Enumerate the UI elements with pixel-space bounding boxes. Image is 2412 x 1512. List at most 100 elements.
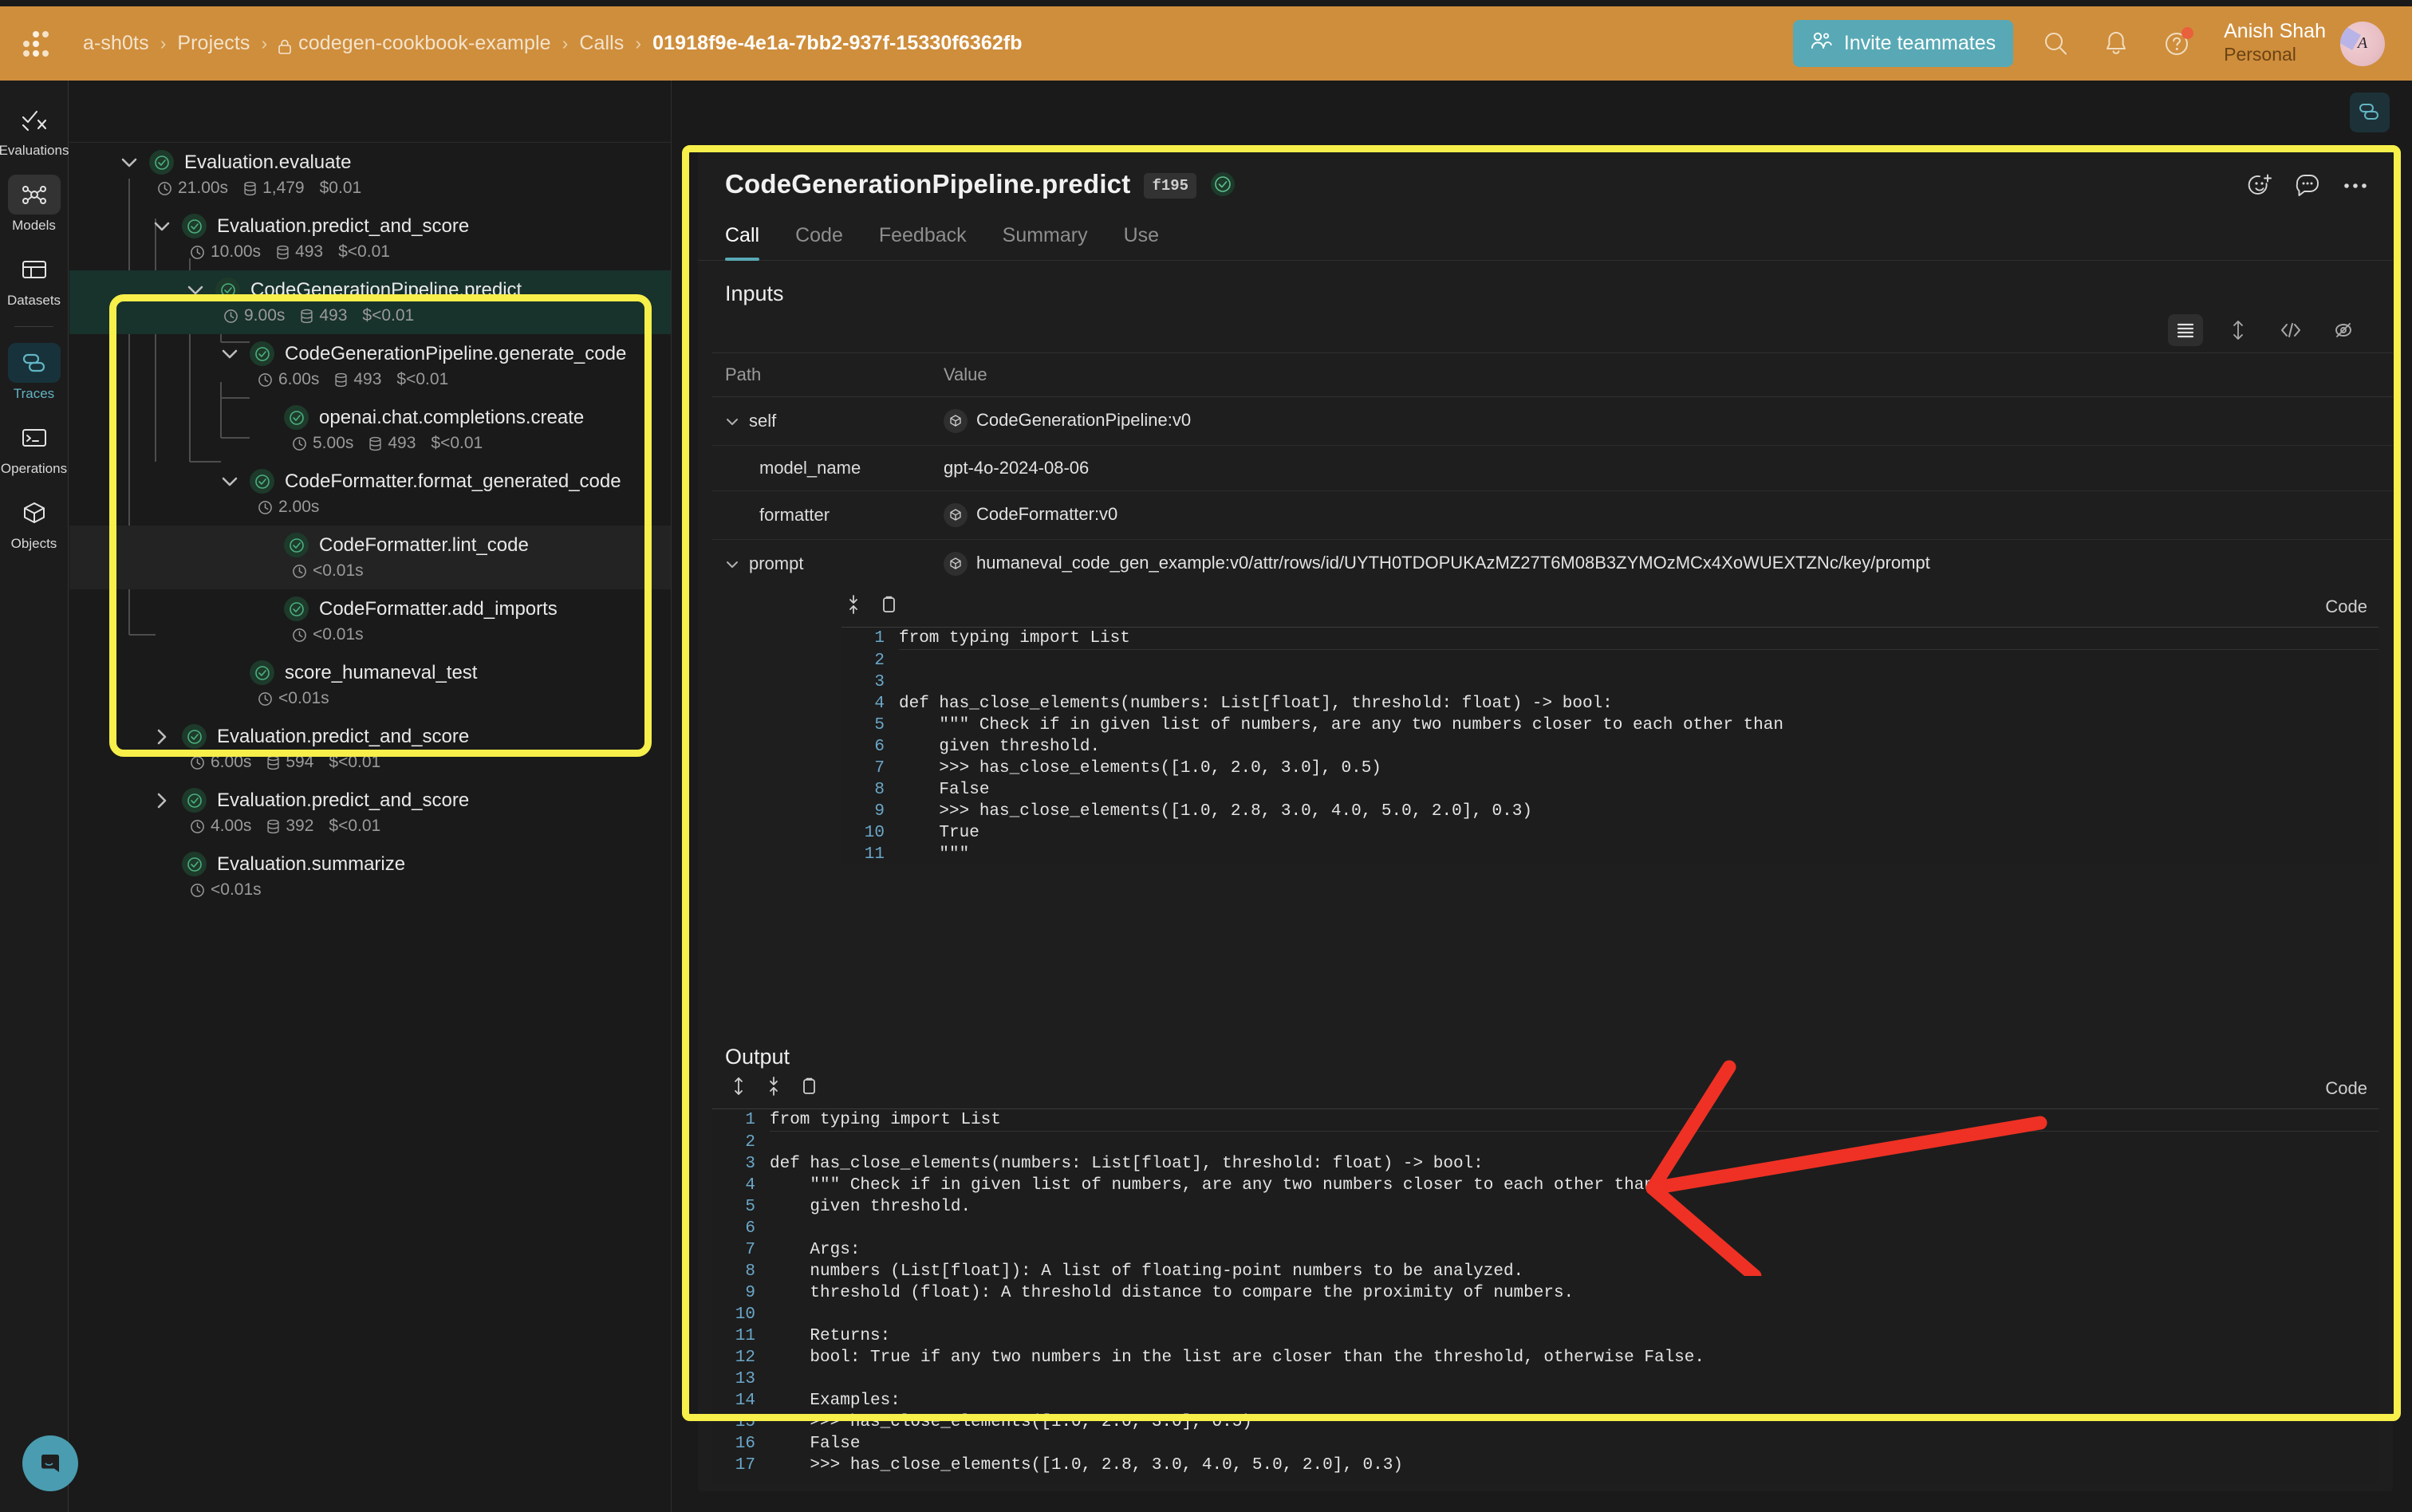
- inputs-row-value[interactable]: CodeFormatter:v0: [976, 504, 1117, 524]
- inputs-row-value[interactable]: humaneval_code_gen_example:v0/attr/rows/…: [976, 553, 1930, 573]
- tab-use[interactable]: Use: [1124, 218, 1159, 260]
- tree-row-evaluation-summarize[interactable]: Evaluation.summarize <0.01s: [69, 845, 671, 908]
- code-line-text: True: [899, 822, 979, 844]
- sidebar-item-evaluations[interactable]: Evaluations: [0, 93, 68, 168]
- sidebar-item-label: Evaluations: [0, 143, 69, 159]
- tree-row-codegen-generate-code[interactable]: CodeGenerationPipeline.generate_code 6.0…: [69, 334, 671, 398]
- list-view-icon[interactable]: [2168, 314, 2203, 346]
- code-line: 8 False: [841, 779, 2378, 801]
- tree-row-formatter-add-imports[interactable]: CodeFormatter.add_imports <0.01s: [69, 589, 671, 653]
- code-line-text: Returns:: [770, 1325, 890, 1347]
- table-row[interactable]: prompt humaneval_code_gen_example:v0/att…: [712, 540, 2393, 589]
- chevron-down-icon[interactable]: [725, 411, 739, 431]
- expand-icon[interactable]: [730, 1076, 747, 1101]
- tab-call[interactable]: Call: [725, 218, 759, 260]
- user-menu[interactable]: Anish Shah Personal A: [2224, 21, 2385, 65]
- output-code-lines[interactable]: 1from typing import List23def has_close_…: [712, 1108, 2378, 1483]
- tree-row-predict-and-score-3[interactable]: Evaluation.predict_and_score 4.00s 392 $…: [69, 781, 671, 845]
- tree-row-title: Evaluation.predict_and_score: [217, 726, 469, 748]
- tree-row-title: openai.chat.completions.create: [319, 407, 584, 429]
- intercom-launcher[interactable]: [22, 1435, 78, 1491]
- tree-row-formatter-format-generated-code[interactable]: CodeFormatter.format_generated_code 2.00…: [69, 462, 671, 526]
- success-check-icon: [149, 150, 174, 175]
- chevron-down-icon[interactable]: [185, 280, 205, 300]
- expand-rows-icon[interactable]: [2221, 314, 2256, 346]
- app-grid-icon[interactable]: [18, 26, 54, 62]
- sidebar-item-label: Objects: [11, 536, 57, 552]
- call-card-header: CodeGenerationPipeline.predict f195: [698, 145, 2393, 200]
- sidebar-item-objects[interactable]: Objects: [0, 486, 68, 561]
- sidebar-item-label: Traces: [14, 386, 54, 402]
- tree-row-predict-and-score-1[interactable]: Evaluation.predict_and_score 10.00s 493 …: [69, 207, 671, 270]
- sidebar-item-label: Operations: [1, 461, 67, 477]
- code-line-number: 1: [841, 628, 899, 650]
- tree-row-evaluation-evaluate[interactable]: Evaluation.evaluate 21.00s 1,479 $0.01: [69, 143, 671, 207]
- tab-feedback[interactable]: Feedback: [879, 218, 967, 260]
- success-check-icon: [284, 533, 309, 557]
- chevron-right-icon[interactable]: [152, 726, 171, 746]
- search-icon[interactable]: [2037, 26, 2074, 62]
- table-row[interactable]: formatter CodeFormatter:v0: [712, 491, 2393, 540]
- inputs-code-lines[interactable]: 1from typing import List234def has_close…: [841, 627, 2378, 865]
- sidebar-item-label: Models: [12, 218, 56, 234]
- code-line: 17 >>> has_close_elements([1.0, 2.8, 3.0…: [712, 1455, 2378, 1476]
- chevron-down-icon[interactable]: [219, 471, 239, 491]
- add-reaction-icon[interactable]: [2246, 172, 2273, 202]
- copy-icon[interactable]: [880, 594, 897, 619]
- breadcrumb-item-project[interactable]: codegen-cookbook-example: [278, 32, 551, 55]
- op-version-badge[interactable]: f195: [1144, 173, 1196, 199]
- table-row[interactable]: model_name gpt-4o-2024-08-06: [712, 446, 2393, 491]
- copy-icon[interactable]: [800, 1076, 818, 1101]
- sidebar-item-datasets[interactable]: Datasets: [0, 243, 68, 318]
- tree-row-formatter-lint-code[interactable]: CodeFormatter.lint_code <0.01s: [69, 526, 671, 589]
- tree-row-score-humaneval-test[interactable]: score_humaneval_test <0.01s: [69, 653, 671, 717]
- tree-row-codegen-predict[interactable]: CodeGenerationPipeline.predict 9.00s 493…: [69, 270, 671, 334]
- hide-icon[interactable]: [2326, 314, 2361, 346]
- chevron-down-icon[interactable]: [725, 553, 739, 574]
- cube-icon: [8, 493, 61, 533]
- tree-row-title: CodeFormatter.lint_code: [319, 534, 529, 557]
- invite-teammates-button[interactable]: Invite teammates: [1793, 20, 2013, 67]
- tree-row-predict-and-score-2[interactable]: Evaluation.predict_and_score 6.00s 594 $…: [69, 717, 671, 781]
- code-line-text: """ Check if in given list of numbers, a…: [770, 1175, 1654, 1196]
- code-line: 2: [712, 1132, 2378, 1153]
- chevron-right-icon[interactable]: [152, 790, 171, 810]
- breadcrumb-item-entity[interactable]: a-sh0ts: [83, 32, 149, 55]
- code-line-number: 11: [712, 1325, 770, 1347]
- code-view-icon[interactable]: [2273, 314, 2308, 346]
- code-line-text: False: [770, 1433, 860, 1455]
- collapse-icon[interactable]: [765, 1076, 782, 1101]
- comment-icon[interactable]: [2294, 172, 2321, 202]
- user-plan: Personal: [2224, 43, 2326, 66]
- breadcrumb-item-projects[interactable]: Projects: [177, 32, 250, 55]
- breadcrumb-label: Calls: [579, 32, 624, 55]
- breadcrumb-separator: ›: [250, 33, 278, 54]
- chevron-down-icon[interactable]: [119, 152, 139, 172]
- tab-code[interactable]: Code: [795, 218, 843, 260]
- chevron-down-icon[interactable]: [219, 344, 239, 364]
- breadcrumb-label: 01918f9e-4e1a-7bb2-937f-15330f6362fb: [652, 32, 1023, 55]
- tree-row-meta: 10.00s 493 $<0.01: [152, 242, 671, 262]
- avatar[interactable]: A: [2340, 22, 2385, 66]
- tree-row-meta: 2.00s: [219, 498, 671, 517]
- code-line-text: from typing import List: [770, 1109, 2378, 1132]
- tree-row-meta: <0.01s: [254, 625, 671, 644]
- breadcrumb-item-call-id: 01918f9e-4e1a-7bb2-937f-15330f6362fb: [652, 32, 1023, 55]
- tab-summary[interactable]: Summary: [1003, 218, 1088, 260]
- sidebar-item-models[interactable]: Models: [0, 168, 68, 243]
- question-circle-icon[interactable]: [2158, 26, 2195, 62]
- chevron-down-icon[interactable]: [152, 216, 171, 236]
- traces-panel-icon[interactable]: [2350, 93, 2390, 132]
- inputs-row-value[interactable]: CodeGenerationPipeline:v0: [976, 410, 1191, 430]
- code-line: 1from typing import List: [712, 1109, 2378, 1132]
- code-line-text: def has_close_elements(numbers: List[flo…: [770, 1153, 1484, 1175]
- more-options-icon[interactable]: [2342, 180, 2369, 195]
- breadcrumb-item-calls[interactable]: Calls: [579, 32, 624, 55]
- sidebar-item-traces[interactable]: Traces: [0, 337, 68, 411]
- table-row[interactable]: self CodeGenerationPipeline:v0: [712, 397, 2393, 446]
- object-ref-icon: [944, 503, 968, 527]
- sidebar-item-operations[interactable]: Operations: [0, 411, 68, 486]
- tree-row-openai-create[interactable]: openai.chat.completions.create 5.00s 493…: [69, 398, 671, 462]
- bell-icon[interactable]: [2098, 26, 2134, 62]
- collapse-icon[interactable]: [845, 594, 862, 619]
